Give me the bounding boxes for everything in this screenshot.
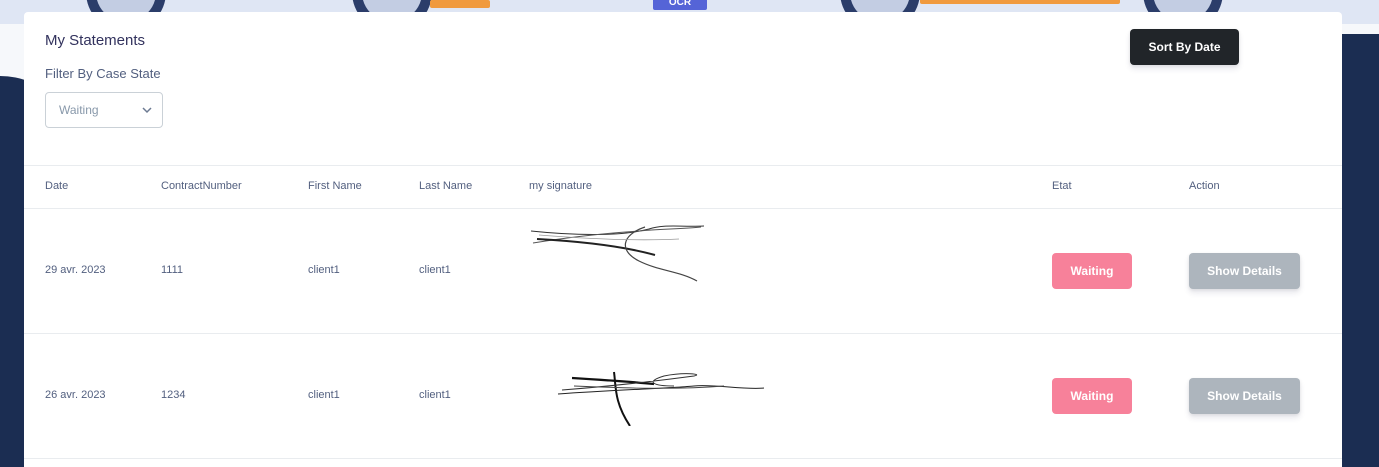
table-row: 29 avr. 2023 1111 client1 client1 Waitin… <box>24 209 1342 334</box>
column-header-etat: Etat <box>1052 180 1072 192</box>
cell-first-name: client1 <box>308 389 340 401</box>
table-row: 26 avr. 2023 1234 client1 client1 Waitin… <box>24 334 1342 459</box>
column-header-action: Action <box>1189 180 1220 192</box>
banner-decoration <box>430 0 490 8</box>
cell-last-name: client1 <box>419 389 451 401</box>
banner-decoration <box>920 0 1120 4</box>
column-header-contract-number: ContractNumber <box>161 180 242 192</box>
case-state-select[interactable]: Waiting <box>45 92 163 128</box>
statements-table: Date ContractNumber First Name Last Name… <box>24 165 1342 459</box>
cell-contract-number: 1111 <box>161 264 184 276</box>
cell-contract-number: 1234 <box>161 389 186 401</box>
show-details-button[interactable]: Show Details <box>1189 378 1300 414</box>
ocr-badge: OCR <box>653 0 707 10</box>
column-header-date: Date <box>45 180 69 192</box>
cell-date: 26 avr. 2023 <box>45 389 106 401</box>
column-header-first-name: First Name <box>308 180 362 192</box>
cell-last-name: client1 <box>419 264 451 276</box>
filter-label: Filter By Case State <box>45 66 161 81</box>
statements-card: My Statements Filter By Case State Waiti… <box>24 12 1342 467</box>
table-header: Date ContractNumber First Name Last Name… <box>24 165 1342 209</box>
cell-date: 29 avr. 2023 <box>45 264 106 276</box>
chevron-down-icon <box>142 107 152 114</box>
status-badge: Waiting <box>1052 253 1132 289</box>
case-state-selected-value: Waiting <box>59 103 99 117</box>
column-header-signature: my signature <box>529 180 592 192</box>
signature-image <box>557 371 765 426</box>
banner-edge <box>1342 34 1379 80</box>
cell-first-name: client1 <box>308 264 340 276</box>
column-header-last-name: Last Name <box>419 180 473 192</box>
status-badge: Waiting <box>1052 378 1132 414</box>
show-details-button[interactable]: Show Details <box>1189 253 1300 289</box>
sort-by-date-button[interactable]: Sort By Date <box>1130 29 1239 65</box>
page-title: My Statements <box>45 32 146 49</box>
signature-image <box>530 225 705 282</box>
